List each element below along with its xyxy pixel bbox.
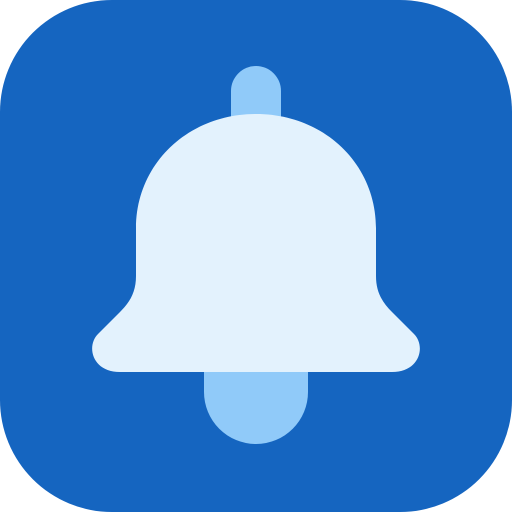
notification-app-icon[interactable] bbox=[0, 0, 512, 512]
bell-icon bbox=[0, 0, 512, 512]
